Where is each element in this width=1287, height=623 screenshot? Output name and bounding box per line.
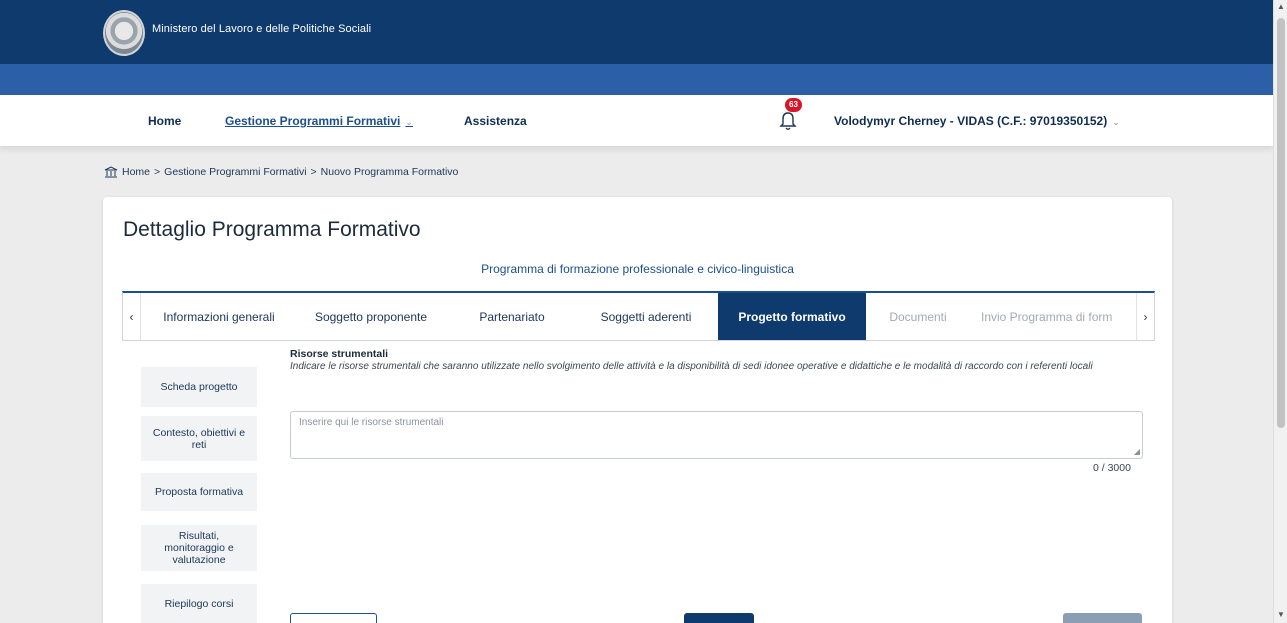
header-subbar bbox=[0, 64, 1273, 95]
nav-gestione-programmi[interactable]: Gestione Programmi Formativi ⌄ bbox=[225, 114, 413, 128]
institution-icon bbox=[104, 166, 118, 178]
breadcrumb-current: Nuovo Programma Formativo bbox=[320, 166, 459, 178]
program-subtitle: Programma di formazione professionale e … bbox=[481, 262, 794, 276]
field-help-text: Indicare le risorse strumentali che sara… bbox=[290, 361, 1093, 372]
tab-bar: ‹ Informazioni generali Soggetto propone… bbox=[122, 291, 1155, 341]
nav-gestione-label: Gestione Programmi Formativi bbox=[225, 114, 401, 128]
ministry-header: Ministero del Lavoro e delle Politiche S… bbox=[0, 0, 1273, 64]
chevron-left-icon: ‹ bbox=[129, 310, 134, 324]
scroll-up-icon[interactable]: ▲ bbox=[1277, 2, 1285, 11]
user-name: Volodymyr Cherney - VIDAS (C.F.: 9701935… bbox=[834, 114, 1108, 128]
character-counter: 0 / 3000 bbox=[1093, 462, 1131, 474]
nav-assistenza[interactable]: Assistenza bbox=[464, 114, 527, 128]
chevron-down-icon: ⌄ bbox=[405, 117, 413, 127]
breadcrumb: Home > Gestione Programmi Formativi > Nu… bbox=[104, 166, 458, 178]
back-button[interactable] bbox=[290, 613, 377, 623]
side-nav-proposta-formativa[interactable]: Proposta formativa bbox=[141, 473, 257, 511]
tab-scroll-left-button[interactable]: ‹ bbox=[123, 293, 141, 340]
chevron-right-icon: › bbox=[1143, 310, 1148, 324]
notification-badge: 63 bbox=[785, 98, 802, 112]
breadcrumb-gestione[interactable]: Gestione Programmi Formativi bbox=[164, 166, 306, 178]
chevron-down-icon: ⌄ bbox=[1112, 117, 1120, 127]
republic-emblem-icon bbox=[103, 10, 145, 56]
save-button[interactable] bbox=[684, 613, 754, 623]
breadcrumb-separator: > bbox=[310, 166, 317, 178]
scroll-down-icon[interactable]: ▼ bbox=[1277, 610, 1285, 619]
tab-invio-programma: Invio Programma di form bbox=[981, 310, 1113, 324]
side-nav-contesto[interactable]: Contesto, obiettivi e reti bbox=[141, 416, 257, 461]
tab-soggetti-aderenti[interactable]: Soggetti aderenti bbox=[581, 293, 711, 340]
tab-informazioni-generali[interactable]: Informazioni generali bbox=[149, 293, 289, 340]
scrollbar-thumb[interactable] bbox=[1277, 18, 1285, 428]
tab-soggetto-proponente[interactable]: Soggetto proponente bbox=[301, 293, 441, 340]
breadcrumb-home[interactable]: Home bbox=[122, 166, 150, 178]
tab-documenti: Documenti bbox=[889, 310, 947, 324]
field-label-risorse: Risorse strumentali bbox=[290, 348, 389, 360]
side-nav-riepilogo-corsi[interactable]: Riepilogo corsi bbox=[141, 584, 257, 623]
program-detail-card: Dettaglio Programma Formativo Programma … bbox=[103, 197, 1172, 623]
page-scrollbar[interactable]: ▲ ▼ bbox=[1273, 0, 1287, 623]
page-title: Dettaglio Programma Formativo bbox=[123, 218, 421, 241]
risorse-strumentali-textarea[interactable]: Inserire qui le risorse strumentali ◢ bbox=[290, 411, 1143, 459]
tab-partenariato[interactable]: Partenariato bbox=[457, 293, 567, 340]
tab-scroll-right-button[interactable]: › bbox=[1136, 293, 1154, 340]
ministry-name: Ministero del Lavoro e delle Politiche S… bbox=[152, 23, 372, 35]
tab-progetto-formativo[interactable]: Progetto formativo bbox=[718, 293, 866, 340]
user-menu[interactable]: Volodymyr Cherney - VIDAS (C.F.: 9701935… bbox=[834, 114, 1120, 128]
nav-home[interactable]: Home bbox=[148, 114, 181, 128]
side-nav-risultati[interactable]: Risultati, monitoraggio e valutazione bbox=[141, 525, 257, 571]
resize-handle-icon[interactable]: ◢ bbox=[1134, 447, 1140, 456]
bell-icon[interactable] bbox=[778, 110, 798, 132]
breadcrumb-separator: > bbox=[154, 166, 161, 178]
textarea-placeholder: Inserire qui le risorse strumentali bbox=[299, 417, 444, 428]
side-nav-scheda-progetto[interactable]: Scheda progetto bbox=[141, 367, 257, 407]
next-button[interactable] bbox=[1063, 613, 1142, 623]
